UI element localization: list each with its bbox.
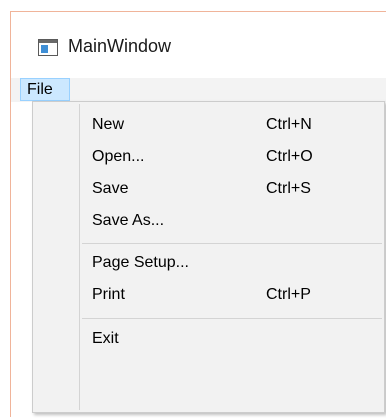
menu-separator (82, 243, 382, 244)
menu-item-shortcut: Ctrl+O (266, 148, 313, 165)
menu-file[interactable]: File (20, 78, 70, 101)
file-menu-dropdown: New Ctrl+N Open... Ctrl+O Save Ctrl+S Sa… (32, 101, 385, 413)
menu-item-shortcut: Ctrl+N (266, 116, 312, 133)
menu-item-label: Exit (92, 330, 119, 347)
menu-item-open[interactable]: Open... Ctrl+O (35, 142, 382, 174)
menu-item-save[interactable]: Save Ctrl+S (35, 174, 382, 206)
menu-item-label: Save (92, 180, 129, 197)
menu-item-new[interactable]: New Ctrl+N (35, 110, 382, 142)
menu-item-save-as[interactable]: Save As... (35, 206, 382, 238)
menu-item-label: Open... (92, 148, 145, 165)
menu-item-page-setup[interactable]: Page Setup... (35, 248, 382, 280)
menu-item-label: Save As... (92, 212, 165, 229)
menu-item-shortcut: Ctrl+P (266, 286, 311, 303)
title-bar[interactable]: MainWindow (11, 12, 386, 72)
menu-item-shortcut: Ctrl+S (266, 180, 311, 197)
menu-item-label: New (92, 116, 125, 133)
menu-item-exit[interactable]: Exit (35, 324, 382, 356)
menu-separator (82, 318, 382, 319)
main-window: MainWindow File New Ctrl+N Open... Ctrl+… (10, 11, 386, 418)
menu-item-label: Page Setup... (92, 254, 189, 271)
menu-item-print[interactable]: Print Ctrl+P (35, 280, 382, 312)
menu-bar: File (11, 78, 386, 102)
menu-item-label: Print (92, 286, 125, 303)
window-title: MainWindow (68, 36, 172, 56)
window-app-icon (38, 39, 58, 56)
